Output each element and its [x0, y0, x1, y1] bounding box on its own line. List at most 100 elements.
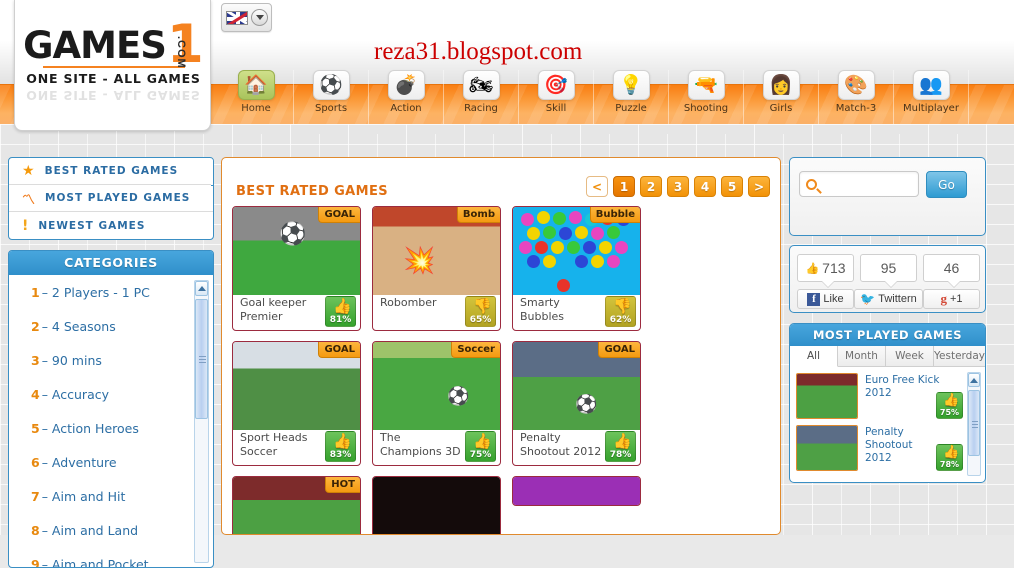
most-played-tabs: All Month Week Yesterday: [790, 346, 985, 367]
rating-badge: 👎 62%: [605, 296, 636, 327]
main-content-panel: BEST RATED GAMES < 1 2 3 4 5 > GOAL Goal…: [221, 157, 781, 535]
category-item[interactable]: 2– 4 Seasons: [31, 319, 213, 334]
game-thumbnail[interactable]: [373, 477, 500, 534]
nav-item-girls[interactable]: 👩 Girls: [744, 70, 819, 124]
game-card[interactable]: [512, 476, 641, 506]
sidebar-item-best-rated[interactable]: ★ BEST RATED GAMES: [9, 158, 213, 186]
facebook-like-button[interactable]: f Like: [797, 289, 854, 309]
game-thumbnail[interactable]: Bubble: [513, 207, 640, 295]
game-thumbnail[interactable]: Bomb: [373, 207, 500, 295]
game-badge: Soccer: [451, 342, 500, 358]
nav-label: Action: [390, 103, 422, 114]
category-item[interactable]: 8– Aim and Land: [31, 523, 213, 538]
thumbs-down-icon: 👎: [473, 297, 492, 315]
pagination-next[interactable]: >: [748, 176, 770, 197]
watermark: reza31.blogspot.com: [374, 38, 583, 65]
home-icon: 🏠: [237, 70, 275, 100]
pagination-page-2[interactable]: 2: [640, 176, 662, 197]
game-thumbnail[interactable]: GOAL: [233, 342, 360, 430]
rating-badge: 👎 65%: [465, 296, 496, 327]
pagination-page-3[interactable]: 3: [667, 176, 689, 197]
search-go-button[interactable]: Go: [926, 171, 967, 198]
twitter-share-button[interactable]: 🐦 Twittern: [854, 289, 923, 309]
pagination-prev[interactable]: <: [586, 176, 608, 197]
category-item[interactable]: 3– 90 mins: [31, 353, 213, 368]
game-card[interactable]: HOT Euro Free Kick 2012 👍75%: [232, 476, 361, 534]
nav-item-match3[interactable]: 🎨 Match-3: [819, 70, 894, 124]
scroll-up-icon[interactable]: [968, 373, 980, 387]
sidebar-item-newest[interactable]: ! NEWEST GAMES: [9, 212, 213, 239]
tab-all[interactable]: All: [790, 346, 838, 367]
button-label: +1: [949, 293, 963, 305]
game-card[interactable]: GOAL Sport Heads Soccer 👍 83%: [232, 341, 361, 466]
pagination-page-4[interactable]: 4: [694, 176, 716, 197]
game-thumbnail[interactable]: GOAL: [513, 342, 640, 430]
google-plus-button[interactable]: g +1: [923, 289, 980, 309]
most-played-item[interactable]: Euro Free Kick 2012 👍 75%: [790, 367, 985, 419]
star-icon: ★: [22, 163, 36, 179]
pagination-page-5[interactable]: 5: [721, 176, 743, 197]
item-thumbnail[interactable]: [796, 373, 858, 419]
chevron-down-icon[interactable]: [250, 9, 268, 26]
nav-item-home[interactable]: 🏠 Home: [219, 70, 294, 124]
nav-item-skill[interactable]: 🎯 Skill: [519, 70, 594, 124]
tab-yesterday[interactable]: Yesterday: [934, 346, 985, 366]
game-title: Goal keeper Premier: [240, 296, 307, 323]
category-item[interactable]: 7– Aim and Hit: [31, 489, 213, 504]
search-input[interactable]: [821, 177, 917, 191]
game-thumbnail[interactable]: HOT: [233, 477, 360, 534]
game-card[interactable]: Bubble Smarty Bubbles 👎 62%: [512, 206, 641, 331]
twitter-share-count: 95: [860, 254, 917, 282]
site-logo[interactable]: GAMES1 .COM ONE SITE - ALL GAMES ONE SIT…: [14, 0, 211, 131]
scrollbar-thumb[interactable]: [968, 390, 980, 456]
target-icon: 🎯: [537, 70, 575, 100]
thumbs-up-icon: 👍: [943, 445, 960, 460]
pagination-page-1[interactable]: 1: [613, 176, 635, 197]
most-played-item[interactable]: Penalty Shootout 2012 👍78%: [790, 419, 985, 471]
tab-month[interactable]: Month: [838, 346, 886, 366]
game-badge: Bomb: [456, 207, 500, 223]
categories-list: 1– 2 Players - 1 PC 2– 4 Seasons 3– 90 m…: [9, 275, 213, 567]
game-card[interactable]: GOAL Goal keeper Premier 👍81%: [232, 206, 361, 331]
rating-badge: 👍 83%: [325, 431, 356, 462]
category-item[interactable]: 1– 2 Players - 1 PC: [31, 285, 213, 300]
right-sidebar: Go 👍 713 f Like 95 🐦 Twittern 46 g +1 MO…: [789, 157, 986, 483]
nav-item-multiplayer[interactable]: 👥 Multiplayer: [894, 70, 969, 124]
thumbs-up-icon: 👍: [943, 393, 960, 408]
scroll-up-icon[interactable]: [195, 281, 208, 296]
logo-com: .COM: [175, 36, 187, 69]
category-item[interactable]: 4– Accuracy: [31, 387, 213, 402]
scrollbar-thumb[interactable]: [195, 299, 208, 419]
game-card[interactable]: Soccer The Champions 3D 👍75%: [372, 341, 501, 466]
nav-item-racing[interactable]: 🏍 Racing: [444, 70, 519, 124]
game-thumbnail[interactable]: Soccer: [373, 342, 500, 430]
nav-item-action[interactable]: 💣 Action: [369, 70, 444, 124]
category-item[interactable]: 6– Adventure: [31, 455, 213, 470]
language-selector[interactable]: [221, 3, 272, 32]
nav-label: Puzzle: [615, 103, 647, 114]
thumbnail-art: [373, 477, 500, 534]
sidebar-item-most-played[interactable]: 〽 MOST PLAYED GAMES: [9, 185, 213, 212]
game-thumbnail[interactable]: GOAL: [233, 207, 360, 295]
category-label: – Adventure: [41, 455, 117, 470]
categories-scrollbar[interactable]: [194, 280, 209, 563]
nav-item-puzzle[interactable]: 💡 Puzzle: [594, 70, 669, 124]
category-item[interactable]: 5– Action Heroes: [31, 421, 213, 436]
rating-badge: 👍 75%: [465, 431, 496, 462]
category-number: 8: [31, 523, 40, 538]
game-card[interactable]: GOAL Penalty Shootout 2012 👍78%: [512, 341, 641, 466]
most-played-scrollbar[interactable]: [967, 372, 981, 476]
tab-week[interactable]: Week: [886, 346, 934, 366]
nav-item-sports[interactable]: ⚽ Sports: [294, 70, 369, 124]
nav-item-shooting[interactable]: 🔫 Shooting: [669, 70, 744, 124]
game-card[interactable]: Pipsoh! ⭐95%: [372, 476, 501, 534]
social-panel: 👍 713 f Like 95 🐦 Twittern 46 g +1: [789, 245, 986, 313]
game-card[interactable]: Bomb Robomber 👎65%: [372, 206, 501, 331]
item-thumbnail[interactable]: [796, 425, 858, 471]
main-header: BEST RATED GAMES < 1 2 3 4 5 >: [222, 158, 780, 206]
twitter-icon: 🐦: [860, 292, 876, 306]
palette-icon: 🎨: [837, 70, 875, 100]
search-box[interactable]: [799, 171, 919, 197]
category-item[interactable]: 9– Aim and Pocket: [31, 557, 213, 567]
thumbs-down-icon: 👎: [613, 297, 632, 315]
